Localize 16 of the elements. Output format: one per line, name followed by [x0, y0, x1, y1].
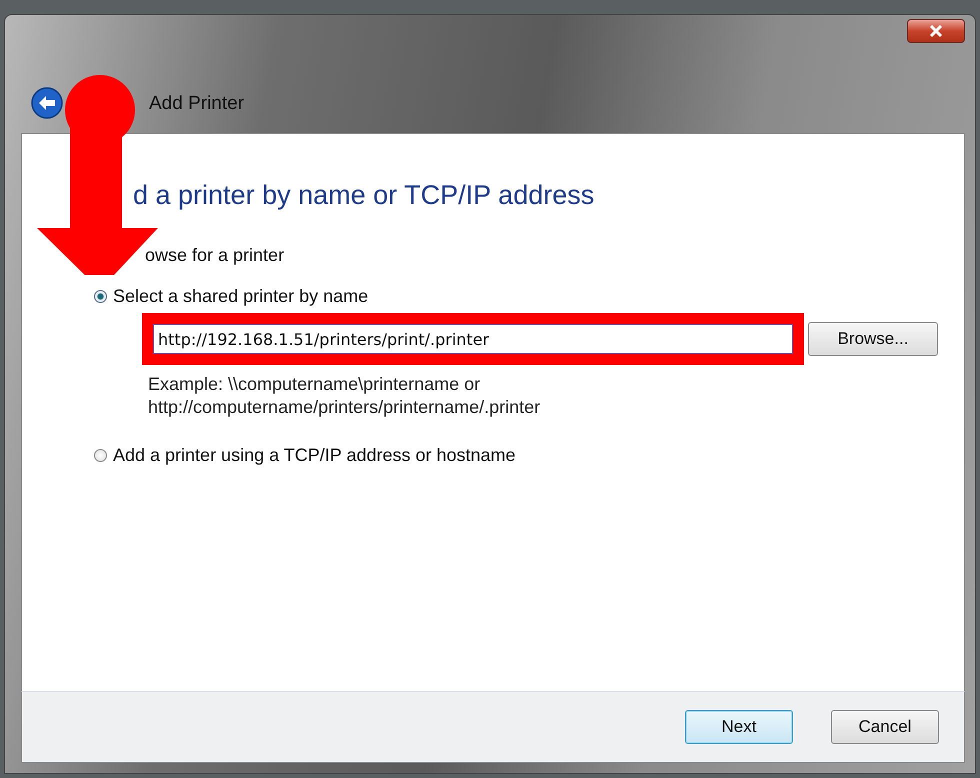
- option-label: owse for a printer: [144, 244, 286, 266]
- next-button[interactable]: Next: [685, 710, 793, 744]
- radio-button[interactable]: [94, 449, 107, 462]
- example-text: http://computername/printers/printername/.printer: [148, 396, 542, 419]
- printer-name-field[interactable]: http://192.168.1.51/printers/print/.printer: [153, 324, 793, 354]
- close-button[interactable]: [907, 19, 965, 43]
- close-icon: [929, 25, 943, 37]
- browse-button[interactable]: Browse...: [808, 322, 938, 356]
- radio-option[interactable]: Select a shared printer by name: [22, 266, 964, 307]
- example-text: Example: \\computername\printername or: [148, 373, 482, 396]
- cancel-button[interactable]: Cancel: [831, 710, 939, 744]
- radio-option[interactable]: Add a printer using a TCP/IP address or hostname: [22, 419, 964, 466]
- back-button[interactable]: [31, 87, 65, 121]
- radio-button[interactable]: [94, 290, 107, 303]
- page-heading: d a printer by name or TCP/IP address: [132, 180, 596, 211]
- window-title: Add Printer: [149, 93, 244, 115]
